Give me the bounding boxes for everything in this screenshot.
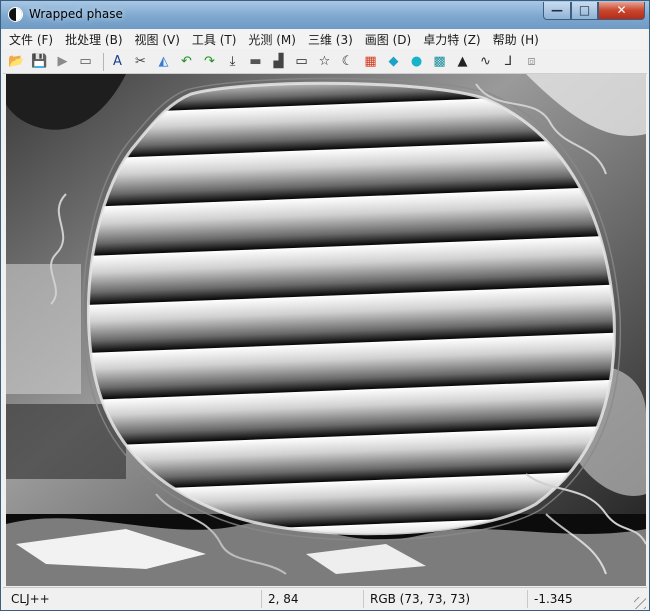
axes-icon[interactable]: ⅃ bbox=[499, 52, 518, 71]
app-window: Wrapped phase — □ ✕ 文件 (F) 批处理 (B) 视图 (V… bbox=[0, 0, 650, 611]
menu-file[interactable]: 文件 (F) bbox=[3, 29, 59, 49]
status-phase-value: -1.345 bbox=[527, 590, 632, 608]
yin-yang-app-icon[interactable] bbox=[8, 7, 23, 22]
close-button[interactable]: ✕ bbox=[598, 2, 645, 20]
scatter-icon[interactable]: ▩ bbox=[430, 52, 449, 71]
menu-draw[interactable]: 画图 (D) bbox=[359, 29, 417, 49]
status-rgb-value: RGB (73, 73, 73) bbox=[363, 590, 525, 608]
redo-icon[interactable]: ↷ bbox=[200, 52, 219, 71]
menu-photometry[interactable]: 光测 (M) bbox=[242, 29, 302, 49]
star-icon[interactable]: ☆ bbox=[315, 52, 334, 71]
menu-view[interactable]: 视图 (V) bbox=[129, 29, 186, 49]
minimize-button[interactable]: — bbox=[543, 2, 571, 20]
rectangle-icon[interactable]: ▭ bbox=[292, 52, 311, 71]
status-bar: CLJ++ 2, 84 RGB (73, 73, 73) -1.345 bbox=[3, 587, 647, 610]
title-bar[interactable]: Wrapped phase — □ ✕ bbox=[1, 1, 649, 29]
open-folder-icon[interactable]: 📂 bbox=[7, 52, 26, 71]
resize-grip[interactable] bbox=[634, 597, 646, 609]
menu-3d[interactable]: 三维 (3) bbox=[302, 29, 359, 49]
text-tool-icon[interactable]: A bbox=[108, 52, 127, 71]
status-app-name: CLJ++ bbox=[11, 592, 50, 606]
phase-map-graphic bbox=[6, 74, 646, 586]
crescent-icon[interactable]: ☾ bbox=[338, 52, 357, 71]
wrapped-phase-image[interactable] bbox=[6, 74, 646, 586]
circle-icon[interactable]: ● bbox=[407, 52, 426, 71]
colormap-icon[interactable]: ▦ bbox=[361, 52, 380, 71]
menu-tools[interactable]: 工具 (T) bbox=[186, 29, 243, 49]
maximize-button[interactable]: □ bbox=[571, 2, 598, 20]
menu-bar: 文件 (F) 批处理 (B) 视图 (V) 工具 (T) 光测 (M) 三维 (… bbox=[3, 29, 647, 49]
play-icon[interactable]: ▶ bbox=[53, 52, 72, 71]
menu-batch[interactable]: 批处理 (B) bbox=[59, 29, 128, 49]
toolbar-separator bbox=[103, 52, 104, 71]
scissors-icon[interactable]: ✂ bbox=[131, 52, 150, 71]
toolbar: 📂 💾 ▶ ▭ A ✂ ◭ ↶ ↷ ⤓ ▬ ▟ ▭ ☆ ☾ ▦ ◆ ● ▩ ▲ ∿ ⅃ ⧈ bbox=[3, 50, 647, 74]
undo-icon[interactable]: ↶ bbox=[177, 52, 196, 71]
bar-levels-icon[interactable]: ▟ bbox=[269, 52, 288, 71]
histogram-icon[interactable]: ▲ bbox=[453, 52, 472, 71]
status-cursor-coords: 2, 84 bbox=[261, 590, 361, 608]
diamond-icon[interactable]: ◆ bbox=[384, 52, 403, 71]
layout-icon[interactable]: ▭ bbox=[76, 52, 95, 71]
menu-help[interactable]: 帮助 (H) bbox=[487, 29, 545, 49]
menu-zhuolite[interactable]: 卓力特 (Z) bbox=[417, 29, 486, 49]
save-disk-icon[interactable]: 💾 bbox=[30, 52, 49, 71]
download-icon[interactable]: ⤓ bbox=[223, 52, 242, 71]
window-title: Wrapped phase bbox=[29, 7, 123, 21]
cube-icon[interactable]: ⧈ bbox=[522, 52, 541, 71]
waveform-icon[interactable]: ∿ bbox=[476, 52, 495, 71]
shapes-icon[interactable]: ◭ bbox=[154, 52, 173, 71]
ruler-icon[interactable]: ▬ bbox=[246, 52, 265, 71]
